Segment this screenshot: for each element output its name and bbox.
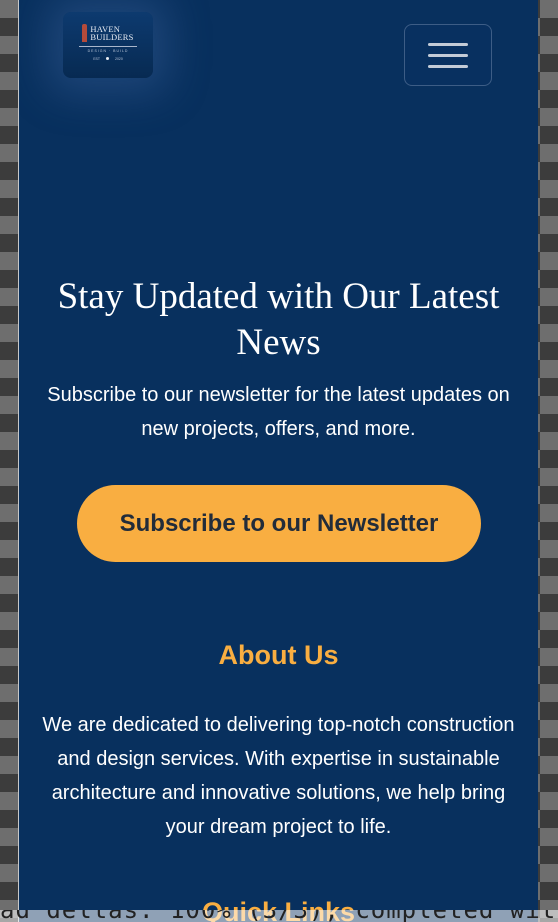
about-us-text: We are dedicated to delivering top-notch… [42,714,515,838]
logo-dot-icon [106,57,109,60]
logo-est: EST [93,56,100,61]
mobile-page: HAVEN BUILDERS DESIGN · BUILD EST 2020 S… [18,0,538,922]
about-us-heading: About Us [218,640,339,670]
hamburger-menu-icon [428,42,468,46]
newsletter-title: Stay Updated with Our Latest News [57,276,500,363]
brand-logo[interactable]: HAVEN BUILDERS DESIGN · BUILD EST 2020 [63,12,153,78]
subscribe-newsletter-button[interactable]: Subscribe to our Newsletter [77,485,481,562]
logo-divider [79,45,137,47]
terminal-status-text: ad deltas: 100% (3/3), completed with 3 [0,910,558,922]
logo-mark-icon [82,23,88,42]
logo-tagline: DESIGN · BUILD [87,48,129,53]
logo-name: HAVEN BUILDERS [90,23,134,42]
hamburger-menu-button[interactable] [404,24,492,86]
logo-year: 2020 [115,56,123,61]
terminal-status-overlay: ad deltas: 100% (3/3), completed with 3 [0,910,558,922]
newsletter-description: Subscribe to our newsletter for the late… [47,384,510,440]
